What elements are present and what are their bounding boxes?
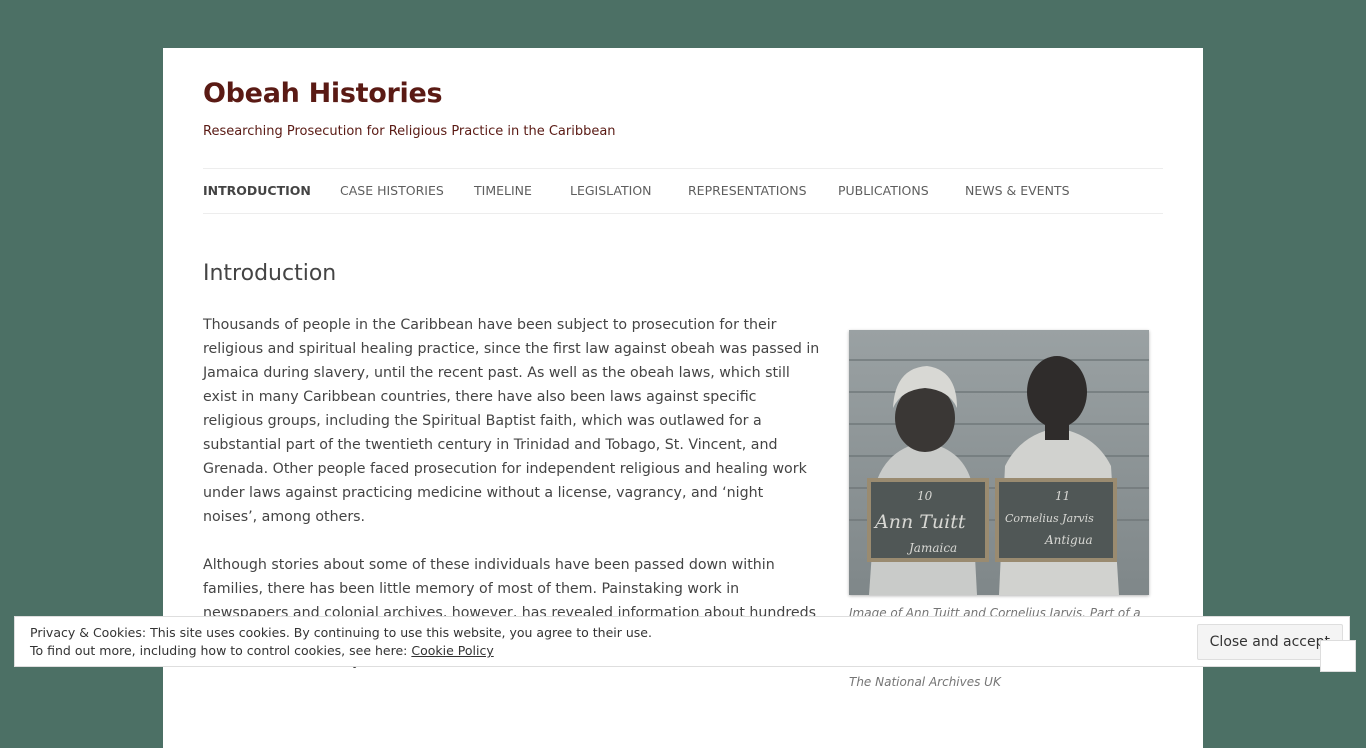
figure-caption-source: The National Archives UK <box>849 675 1001 689</box>
scroll-to-top-box[interactable] <box>1320 640 1356 672</box>
nav-item-case-histories[interactable]: Case Histories <box>340 183 444 198</box>
cookie-notice-text: Privacy & Cookies: This site uses cookie… <box>30 624 652 660</box>
nav-item-legislation[interactable]: Legislation <box>570 183 652 198</box>
page-heading: Introduction <box>203 261 337 286</box>
nav-item-news-events[interactable]: News & Events <box>965 183 1070 198</box>
nav-item-representations[interactable]: Representations <box>688 183 807 198</box>
cookie-notice-prefix: To find out more, including how to contr… <box>30 643 412 658</box>
ann-tuitt-cornelius-jarvis-photo[interactable]: 10 Ann Tuitt Jamaica 11 Cornelius Jarvis… <box>849 330 1149 595</box>
main-navigation: Introduction Case Histories Timeline Leg… <box>203 168 1163 214</box>
figure: 10 Ann Tuitt Jamaica 11 Cornelius Jarvis… <box>849 330 1149 689</box>
slate-left-name: Ann Tuitt <box>873 511 966 533</box>
cookie-banner: Privacy & Cookies: This site uses cookie… <box>14 616 1350 667</box>
nav-item-publications[interactable]: Publications <box>838 183 929 198</box>
nav-item-timeline[interactable]: Timeline <box>474 183 532 198</box>
cookie-notice-line: Privacy & Cookies: This site uses cookie… <box>30 625 652 640</box>
slate-right-name: Cornelius Jarvis <box>1005 512 1094 525</box>
nav-item-introduction[interactable]: Introduction <box>203 183 311 198</box>
slate-left-number: 10 <box>917 489 933 503</box>
cookie-policy-link[interactable]: Cookie Policy <box>411 643 493 658</box>
paragraph: Thousands of people in the Caribbean hav… <box>203 317 820 525</box>
slate-right-number: 11 <box>1055 489 1070 503</box>
site-title[interactable]: Obeah Histories <box>203 78 443 109</box>
slate-left-place: Jamaica <box>906 541 957 555</box>
cookie-notice-line: To find out more, including how to contr… <box>30 642 652 660</box>
site-description: Researching Prosecution for Religious Pr… <box>203 124 616 139</box>
slate-right-place: Antigua <box>1044 533 1093 547</box>
